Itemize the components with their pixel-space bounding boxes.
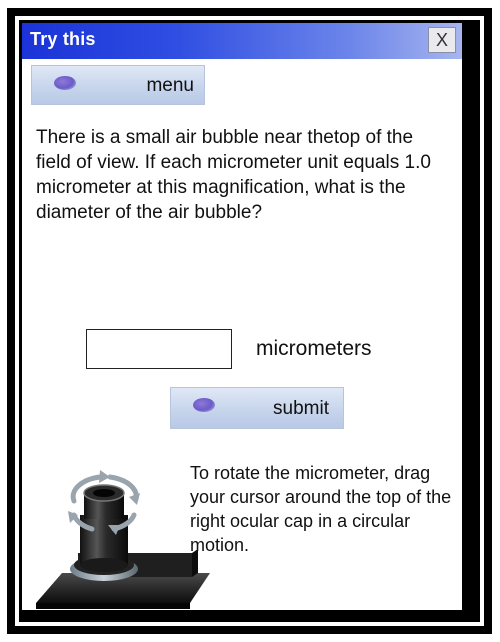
answer-input[interactable] — [86, 329, 232, 369]
menu-button-label: menu — [146, 75, 194, 96]
ocular-eyepiece-icon[interactable] — [22, 453, 212, 610]
bubble-icon — [54, 76, 76, 90]
unit-label: micrometers — [256, 337, 372, 360]
try-this-dialog: Try this X menu There is a small air bub… — [22, 23, 462, 610]
menu-button[interactable]: menu — [31, 65, 205, 105]
question-text: There is a small air bubble near thetop … — [36, 127, 431, 223]
dialog-title: Try this — [30, 29, 96, 49]
titlebar[interactable]: Try this X — [22, 23, 462, 59]
bubble-icon — [193, 398, 215, 412]
instructions-text: To rotate the micrometer, drag your curs… — [190, 463, 452, 555]
submit-button[interactable]: submit — [170, 387, 344, 429]
close-button[interactable]: X — [428, 27, 456, 53]
submit-button-label: submit — [273, 398, 329, 419]
outer-frame: Try this X menu There is a small air bub… — [7, 8, 492, 634]
